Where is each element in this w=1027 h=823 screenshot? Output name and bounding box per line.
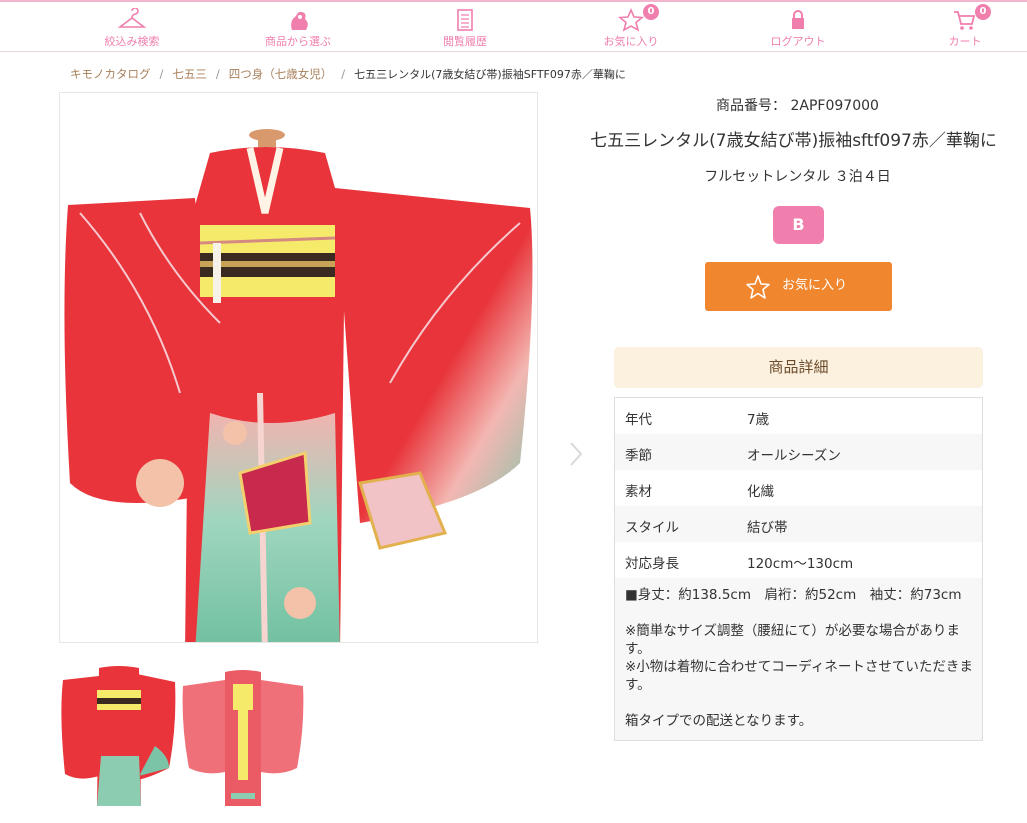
nav-label: 閲覧履歴: [443, 35, 487, 48]
nav-history[interactable]: 閲覧履歴: [395, 8, 535, 52]
rental-plan: フルセットレンタル ３泊４日: [704, 169, 891, 185]
accessories-note: ※小物は着物に合わせてコーディネートさせていただきます。: [625, 659, 973, 693]
shipping-note: 箱タイプでの配送となります。: [625, 713, 813, 729]
thumbnail-back[interactable]: [181, 656, 305, 806]
breadcrumb-link-catalog[interactable]: キモノカタログ: [70, 67, 151, 81]
detail-key: スタイル: [625, 520, 679, 536]
top-navigation: 絞込み検索 商品から選ぶ 閲覧履歴 0 お気に入り ログアウト 0 カート: [0, 0, 1027, 52]
kimono-bag-icon: [228, 8, 368, 32]
size-adjust-note: ※簡単なサイズ調整（腰紐にて）が必要な場合があります。: [625, 623, 960, 657]
breadcrumb-separator: /: [159, 67, 164, 81]
star-outline-icon: [745, 274, 771, 304]
product-details-table: 年代 7歳 季節 オールシーズン 素材 化繊 スタイル 結び帯 対応身長 120…: [614, 397, 983, 741]
breadcrumb: キモノカタログ / 七五三 / 四つ身（七歳女児） / 七五三レンタル(7歳女結び帯)振袖S…: [70, 66, 626, 82]
detail-notes: ■身丈：約138.5cm 肩裄：約52cm 袖丈：約73cm ※簡単なサイズ調整…: [625, 586, 975, 730]
add-to-favorites-button[interactable]: お気に入り: [705, 262, 892, 311]
nav-choose-products[interactable]: 商品から選ぶ: [228, 8, 368, 52]
nav-label: 絞込み検索: [104, 35, 160, 48]
nav-filter-search[interactable]: 絞込み検索: [62, 8, 202, 52]
product-title: 七五三レンタル(7歳女結び帯)振袖sftf097赤／華鞠に: [590, 131, 997, 151]
kimono-front-thumbnail: [61, 666, 176, 806]
favorites-count-badge: 0: [643, 4, 659, 20]
history-list-icon: [395, 8, 535, 32]
kimono-illustration: [64, 129, 533, 642]
product-details-heading: 商品詳細: [614, 347, 983, 388]
chevron-right-icon: [570, 442, 583, 466]
detail-row-material: 素材 化繊: [615, 470, 982, 506]
product-code: 商品番号： 2APF097000: [595, 95, 1000, 115]
cart-icon: 0: [895, 4, 1027, 32]
detail-row-age: 年代 7歳: [615, 398, 982, 434]
kimono-back-thumbnail: [182, 670, 304, 806]
detail-row-style: スタイル 結び帯: [615, 506, 982, 542]
nav-favorites[interactable]: 0 お気に入り: [561, 4, 701, 52]
lock-icon: [728, 8, 868, 32]
breadcrumb-link-shichigosan[interactable]: 七五三: [172, 67, 207, 81]
cart-count-badge: 0: [975, 4, 991, 20]
nav-label: お気に入り: [603, 35, 659, 48]
detail-value: 結び帯: [747, 520, 788, 536]
detail-value: 120cm〜130cm: [747, 556, 854, 572]
breadcrumb-separator: /: [215, 67, 220, 81]
detail-row-height: 対応身長 120cm〜130cm: [615, 542, 982, 578]
main-product-photo[interactable]: [59, 92, 538, 643]
breadcrumb-separator: /: [341, 67, 346, 81]
detail-key: 素材: [625, 484, 652, 500]
size-measurements: ■身丈：約138.5cm 肩裄：約52cm 袖丈：約73cm: [625, 587, 962, 603]
favorite-button-label: お気に入り: [782, 278, 848, 293]
nav-label: カート: [948, 35, 982, 48]
star-icon: 0: [561, 4, 701, 32]
nav-label: ログアウト: [770, 35, 826, 48]
detail-value: オールシーズン: [747, 448, 841, 464]
breadcrumb-current: 七五三レンタル(7歳女結び帯)振袖SFTF097赤／華鞠に: [354, 68, 626, 81]
detail-value: 化繊: [747, 484, 774, 500]
detail-row-season: 季節 オールシーズン: [615, 434, 982, 470]
rank-badge: B: [773, 206, 824, 244]
detail-key: 年代: [625, 412, 652, 428]
detail-value: 7歳: [747, 412, 770, 428]
nav-label: 商品から選ぶ: [265, 35, 331, 48]
thumbnail-front[interactable]: [59, 656, 177, 806]
product-code-label: 商品番号：: [716, 98, 787, 114]
hanger-icon: [62, 8, 202, 32]
detail-key: 対応身長: [625, 556, 679, 572]
nav-cart[interactable]: 0 カート: [895, 4, 1027, 52]
product-code-value: 2APF097000: [790, 98, 879, 114]
detail-key: 季節: [625, 448, 652, 464]
nav-logout[interactable]: ログアウト: [728, 8, 868, 52]
breadcrumb-link-yotsumi[interactable]: 四つ身（七歳女児）: [229, 67, 333, 81]
carousel-next-arrow[interactable]: [566, 440, 586, 468]
